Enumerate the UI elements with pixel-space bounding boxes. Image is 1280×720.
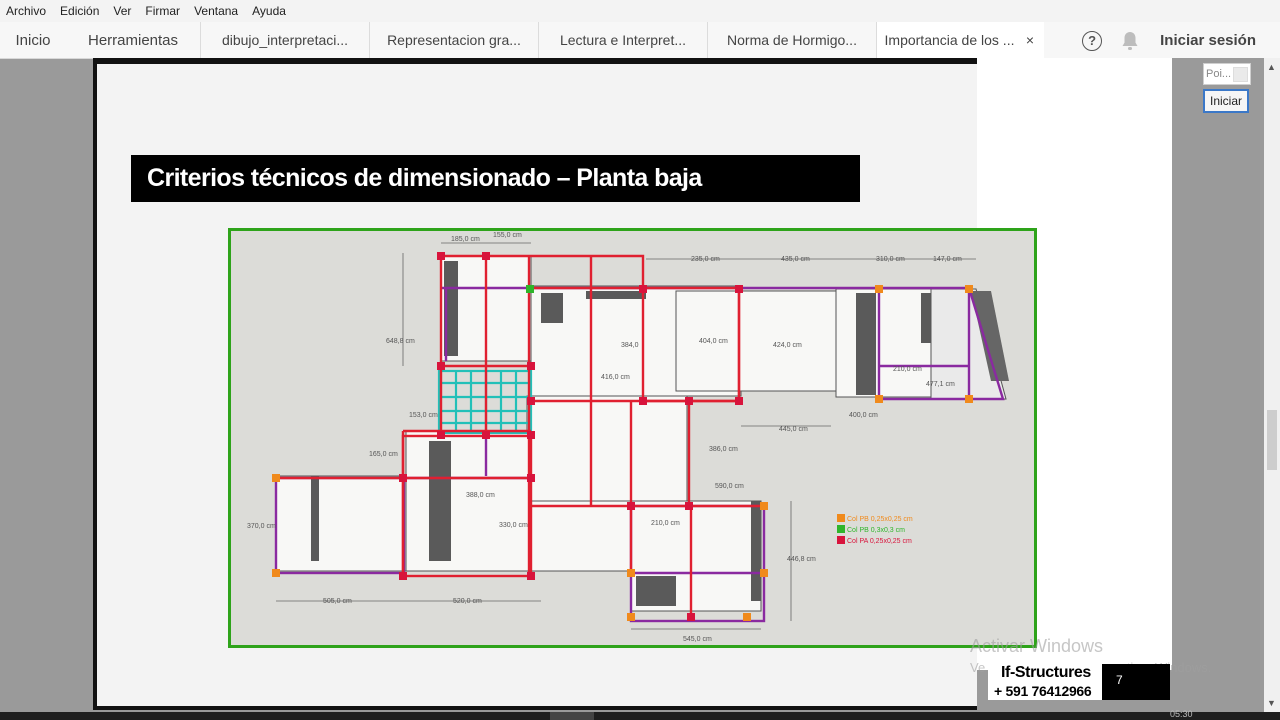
menu-ventana[interactable]: Ventana <box>194 4 238 18</box>
watermark-title: Activar Windows <box>970 636 1104 656</box>
taskbar-clock: 05:30 <box>1170 709 1193 719</box>
dim-label: 445,0 cm <box>779 426 808 433</box>
dim-label: 404,0 cm <box>699 338 728 345</box>
side-search-placeholder: Poi... <box>1206 68 1232 80</box>
scroll-down-icon[interactable]: ▼ <box>1267 698 1276 708</box>
dim-label: 153,0 cm <box>409 412 438 419</box>
dim-label: 370,0 cm <box>247 523 276 530</box>
tab-doc-label: dibujo_interpretaci... <box>221 32 349 48</box>
tab-doc[interactable]: dibujo_interpretaci... <box>200 22 369 58</box>
dim-label: 477,1 cm <box>926 381 955 388</box>
menu-firmar[interactable]: Firmar <box>145 4 180 18</box>
dim-label: 384,0 <box>621 342 639 349</box>
brand-name: If-Structures <box>1001 664 1091 681</box>
dim-label: 435,0 cm <box>781 256 810 263</box>
tab-home[interactable]: Inicio <box>0 22 66 58</box>
floor-plan-drawing: 185,0 cm 155,0 cm 235,0 cm 435,0 cm 310,… <box>247 232 1009 643</box>
dim-label: 400,0 cm <box>849 412 878 419</box>
dim-label: 424,0 cm <box>773 342 802 349</box>
legend-label: Col PB 0,3x0,3 cm <box>847 527 905 534</box>
dim-label: 185,0 cm <box>451 236 480 243</box>
dim-label: 310,0 cm <box>876 256 905 263</box>
tab-doc-label: Norma de Hormigo... <box>727 32 857 48</box>
legend-swatch <box>837 525 845 533</box>
dim-label: 520,0 cm <box>453 598 482 605</box>
menu-edicion[interactable]: Edición <box>60 4 99 18</box>
dim-label: 386,0 cm <box>709 446 738 453</box>
brand-phone: + 591 76412966 <box>994 683 1092 699</box>
taskbar-item[interactable] <box>550 712 594 720</box>
tab-doc-label: Representacion gra... <box>387 32 521 48</box>
tab-doc[interactable]: Representacion gra... <box>369 22 538 58</box>
slide-title: Criterios técnicos de dimensionado – Pla… <box>147 164 702 192</box>
dim-label: 416,0 cm <box>601 374 630 381</box>
tab-tools[interactable]: Herramientas <box>66 22 200 58</box>
menu-ayuda[interactable]: Ayuda <box>252 4 286 18</box>
vertical-scrollbar[interactable]: ▲ ▼ <box>1264 58 1280 712</box>
dim-label: 388,0 cm <box>466 492 495 499</box>
dim-label: 330,0 cm <box>499 522 528 529</box>
tab-doc-label: Lectura e Interpret... <box>559 32 687 48</box>
tab-doc[interactable]: Lectura e Interpret... <box>538 22 707 58</box>
floor-plan-image: 185,0 cm 155,0 cm 235,0 cm 435,0 cm 310,… <box>228 228 1037 648</box>
dim-label: 210,0 cm <box>893 366 922 373</box>
dim-label: 648,8 cm <box>386 338 415 345</box>
dim-label: 505,0 cm <box>323 598 352 605</box>
dim-label: 235,0 cm <box>691 256 720 263</box>
menu-ver[interactable]: Ver <box>113 4 131 18</box>
menu-archivo[interactable]: Archivo <box>6 4 46 18</box>
taskbar: 05:30 <box>0 709 1280 720</box>
viewer-background <box>1172 58 1264 712</box>
dim-label: 446,8 cm <box>787 556 816 563</box>
search-box-icon <box>1233 67 1248 82</box>
page-number-box: 7 <box>1102 664 1170 700</box>
page-number: 7 <box>1116 673 1123 687</box>
dim-label: 210,0 cm <box>651 520 680 527</box>
sign-in-button[interactable]: Iniciar sesión <box>1160 32 1256 49</box>
menu-bar: Archivo Edición Ver Firmar Ventana Ayuda <box>0 0 1280 22</box>
side-search-input[interactable]: Poi... <box>1203 63 1251 85</box>
legend-swatch <box>837 536 845 544</box>
dim-label: 147,0 cm <box>933 256 962 263</box>
help-icon[interactable]: ? <box>1082 30 1103 51</box>
start-button[interactable]: Iniciar <box>1203 89 1249 113</box>
dim-label: 165,0 cm <box>369 451 398 458</box>
brand-box: If-Structures + 591 76412966 <box>988 662 1102 700</box>
dim-label: 155,0 cm <box>493 232 522 239</box>
close-tab-icon[interactable]: × <box>1026 32 1034 48</box>
scroll-up-icon[interactable]: ▲ <box>1267 62 1276 72</box>
tab-doc[interactable]: Norma de Hormigo... <box>707 22 876 58</box>
slide-title-box: Criterios técnicos de dimensionado – Pla… <box>131 155 860 202</box>
legend-label: Col PA 0,25x0,25 cm <box>847 538 912 545</box>
bell-icon[interactable] <box>1120 30 1140 52</box>
legend-swatch <box>837 514 845 522</box>
scroll-thumb[interactable] <box>1267 410 1277 470</box>
tab-doc-label: Importancia de los ... <box>884 32 1015 48</box>
dim-label: 590,0 cm <box>715 483 744 490</box>
legend-label: Col PB 0,25x0,25 cm <box>847 516 913 523</box>
tab-doc-active[interactable]: Importancia de los ... × <box>876 22 1044 58</box>
tab-bar-actions: ? Iniciar sesión <box>1082 22 1280 59</box>
tab-bar: Inicio Herramientas dibujo_interpretaci.… <box>0 22 1280 59</box>
dim-label: 545,0 cm <box>683 636 712 643</box>
